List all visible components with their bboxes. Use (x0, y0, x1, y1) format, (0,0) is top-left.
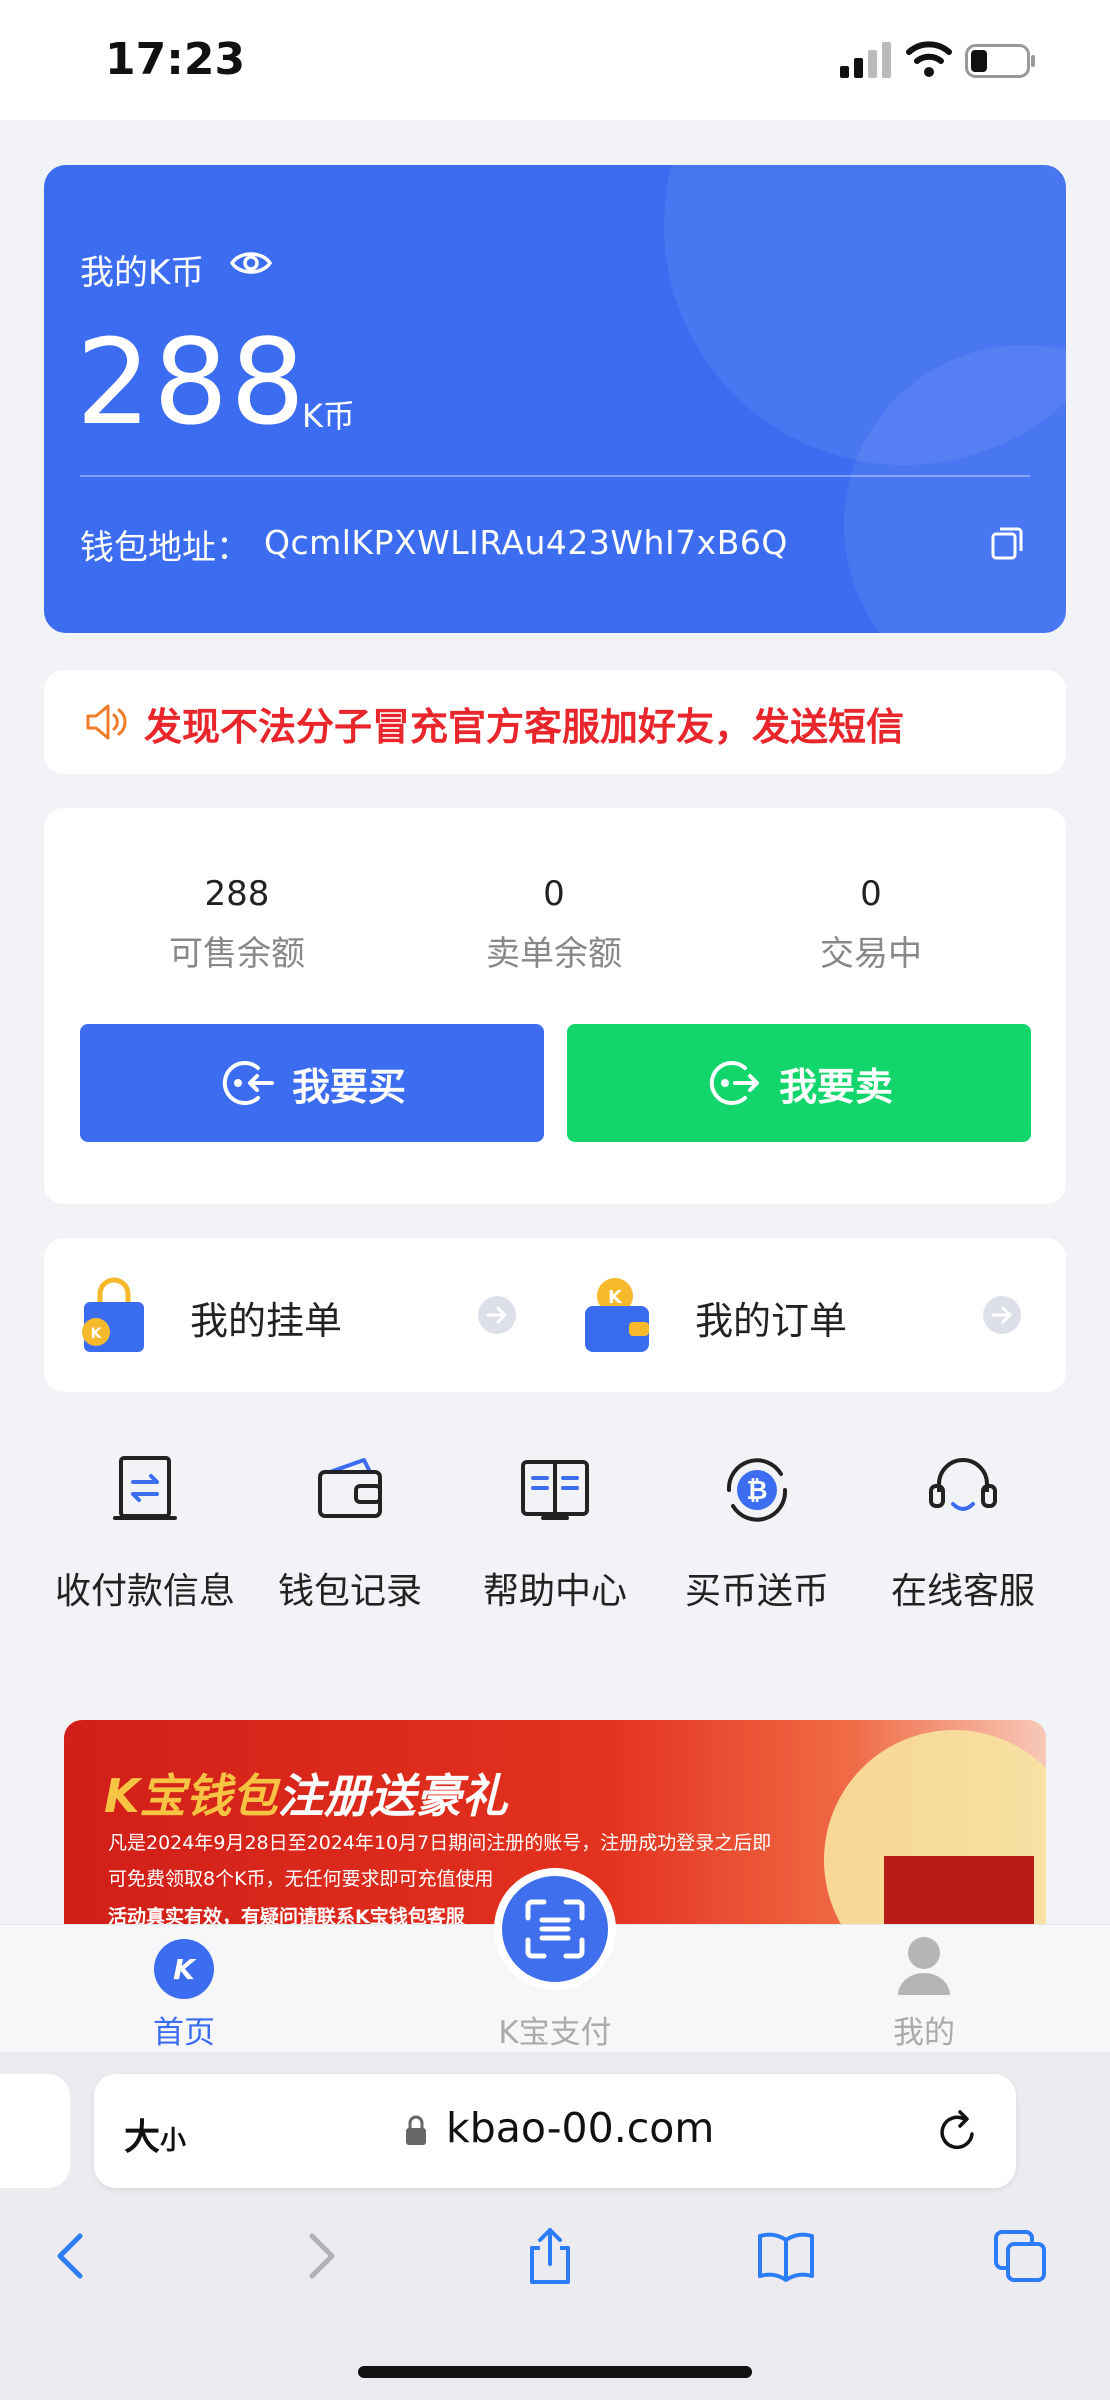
sell-arrow-icon (709, 1061, 759, 1105)
quick-link-label: 买币送币 (684, 1571, 829, 1612)
headset-icon (929, 1458, 997, 1511)
wifi-icon (906, 41, 952, 77)
book-icon (521, 1460, 589, 1520)
speaker-icon (86, 704, 127, 740)
quick-link-wallet-records[interactable]: 钱包记录 (255, 1448, 445, 1614)
quick-link-online-support[interactable]: 在线客服 (868, 1448, 1058, 1614)
arrow-right-icon (983, 1296, 1021, 1334)
buy-arrow-icon (222, 1061, 274, 1105)
sell-order-balance-label: 卖单余额 (486, 934, 622, 974)
user-icon (898, 1937, 950, 1995)
scan-pay-button[interactable] (494, 1868, 616, 1990)
banner-tower (884, 1856, 1034, 1930)
tab-pay-label: K宝支付 (498, 2015, 612, 2051)
arrow-right-icon (478, 1296, 516, 1334)
my-orders-entry[interactable]: K 我的订单 (555, 1238, 1066, 1392)
quick-link-buy-coin-bonus[interactable]: ₿ 买币送币 (662, 1448, 852, 1614)
shopping-bag-icon: K (82, 1277, 144, 1352)
sellable-balance-label: 可售余额 (169, 934, 305, 974)
address-bar[interactable]: 大小 kbao-00.com (94, 2074, 1016, 2188)
quick-link-label: 在线客服 (890, 1571, 1035, 1612)
notice-text: 发现不法分子冒充官方客服加好友，发送短信 (144, 705, 905, 749)
lock-icon (406, 2115, 426, 2145)
svg-text:K: K (608, 1287, 623, 1308)
balance-stats-card: 288 可售余额 0 卖单余额 0 交易中 我要买 我要卖 (44, 808, 1066, 1204)
home-indicator (358, 2366, 752, 2378)
tab-home-label: 首页 (153, 2015, 215, 2051)
home-logo-icon: K (154, 1939, 214, 1999)
tabs-icon[interactable] (990, 2226, 1050, 2286)
balance-unit: K币 (302, 397, 355, 435)
copy-icon[interactable] (990, 525, 1024, 561)
quick-link-help-center[interactable]: 帮助中心 (460, 1448, 650, 1614)
scan-icon (525, 1899, 585, 1959)
my-orders-label: 我的订单 (695, 1299, 848, 1343)
address-label: 钱包地址： (80, 528, 250, 568)
bitcoin-icon: ₿ (726, 1458, 788, 1522)
sell-button-label: 我要卖 (778, 1064, 893, 1109)
trading-value: 0 (860, 874, 882, 914)
banner-text: 可免费领取8个K币，无任何要求即可充值使用 (108, 1868, 494, 1890)
quick-link-label: 收付款信息 (54, 1571, 235, 1612)
orders-card: K 我的挂单 K 我的订单 (44, 1238, 1066, 1392)
wallet-icon (318, 1458, 382, 1518)
my-listings-entry[interactable]: K 我的挂单 (44, 1238, 555, 1392)
sellable-balance-value: 288 (204, 874, 270, 914)
wallet-address: QcmlKPXWLIRAu423WhI7xB6Q (264, 523, 788, 562)
svg-text:K: K (91, 1326, 103, 1342)
previous-tab-preview[interactable] (0, 2074, 70, 2188)
notice-bar[interactable]: 发现不法分子冒充官方客服加好友，发送短信 (44, 670, 1066, 774)
sell-button[interactable]: 我要卖 (567, 1024, 1031, 1142)
tab-mine[interactable]: 我的 (814, 1925, 1034, 2053)
wallet-title: 我的K币 (80, 253, 205, 293)
share-icon[interactable] (520, 2226, 580, 2286)
battery-icon (965, 44, 1035, 78)
buy-button-label: 我要买 (291, 1064, 406, 1109)
buy-button[interactable]: 我要买 (80, 1024, 544, 1142)
card-divider (80, 475, 1030, 477)
wallet-coin-icon: K (585, 1278, 649, 1352)
status-time: 17:23 (105, 34, 246, 85)
back-icon[interactable] (44, 2226, 104, 2286)
eye-icon[interactable] (230, 247, 272, 279)
receipt-icon (113, 1456, 177, 1520)
wallet-card: 我的K币 288 K币 钱包地址： QcmlKPXWLIRAu423WhI7xB… (44, 165, 1066, 633)
forward-icon (309, 2233, 335, 2279)
banner-title: K宝钱包注册送豪礼 (104, 1769, 508, 1823)
my-listings-label: 我的挂单 (190, 1299, 343, 1343)
trading-label: 交易中 (820, 934, 922, 974)
svg-text:₿: ₿ (746, 1476, 767, 1506)
quick-link-label: 钱包记录 (277, 1571, 422, 1612)
balance-amount: 288 (76, 313, 308, 451)
quick-link-label: 帮助中心 (482, 1571, 627, 1612)
url-text: kbao-00.com (446, 2104, 715, 2152)
cellular-signal-icon (840, 42, 891, 78)
svg-text:K: K (173, 1953, 197, 1986)
bookmarks-icon[interactable] (756, 2226, 816, 2286)
banner-text: 凡是2024年9月28日至2024年10月7日期间注册的账号，注册成功登录之后即 (108, 1832, 772, 1854)
quick-link-payment-info[interactable]: 收付款信息 (50, 1448, 240, 1614)
text-size-button[interactable]: 大小 (124, 2108, 186, 2160)
reload-icon[interactable] (934, 2106, 982, 2156)
sell-order-balance-value: 0 (543, 874, 565, 914)
tab-mine-label: 我的 (893, 2015, 955, 2051)
tab-home[interactable]: K 首页 (74, 1925, 294, 2053)
